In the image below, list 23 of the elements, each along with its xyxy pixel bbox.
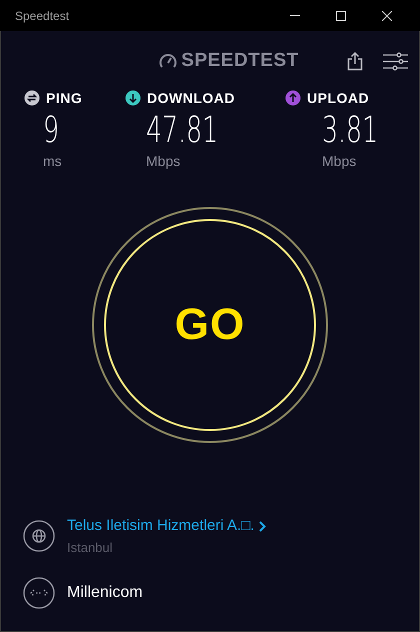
gauge-icon [159,53,178,69]
provider-name: Millenicom [67,583,143,603]
metric-value: 47.81 [146,111,220,151]
connection-icon [23,577,55,609]
metric-unit: ms [43,152,63,171]
window-title: Speedtest [15,8,70,24]
maximize-icon[interactable] [336,10,346,20]
globe-icon [23,520,55,552]
speedtest-logo: SPEEDTEST [181,48,299,73]
chevron-right-icon[interactable] [259,520,266,532]
server-location: Istanbul [67,538,114,556]
server-name[interactable]: Telus Iletisim Hizmetleri A.□. [67,515,254,538]
go-button[interactable]: GO [104,219,316,431]
metric-unit: Mbps [322,152,358,171]
metric-label: UPLOAD [307,88,370,108]
metric-label: PING [46,88,82,108]
metric-value: 3.81 [322,111,378,151]
metric-label: DOWNLOAD [147,88,235,108]
settings-icon[interactable] [383,52,408,70]
share-icon[interactable] [347,51,364,71]
metric-value: 9 [43,111,60,151]
metric-unit: Mbps [146,152,182,171]
close-icon[interactable] [382,10,392,20]
